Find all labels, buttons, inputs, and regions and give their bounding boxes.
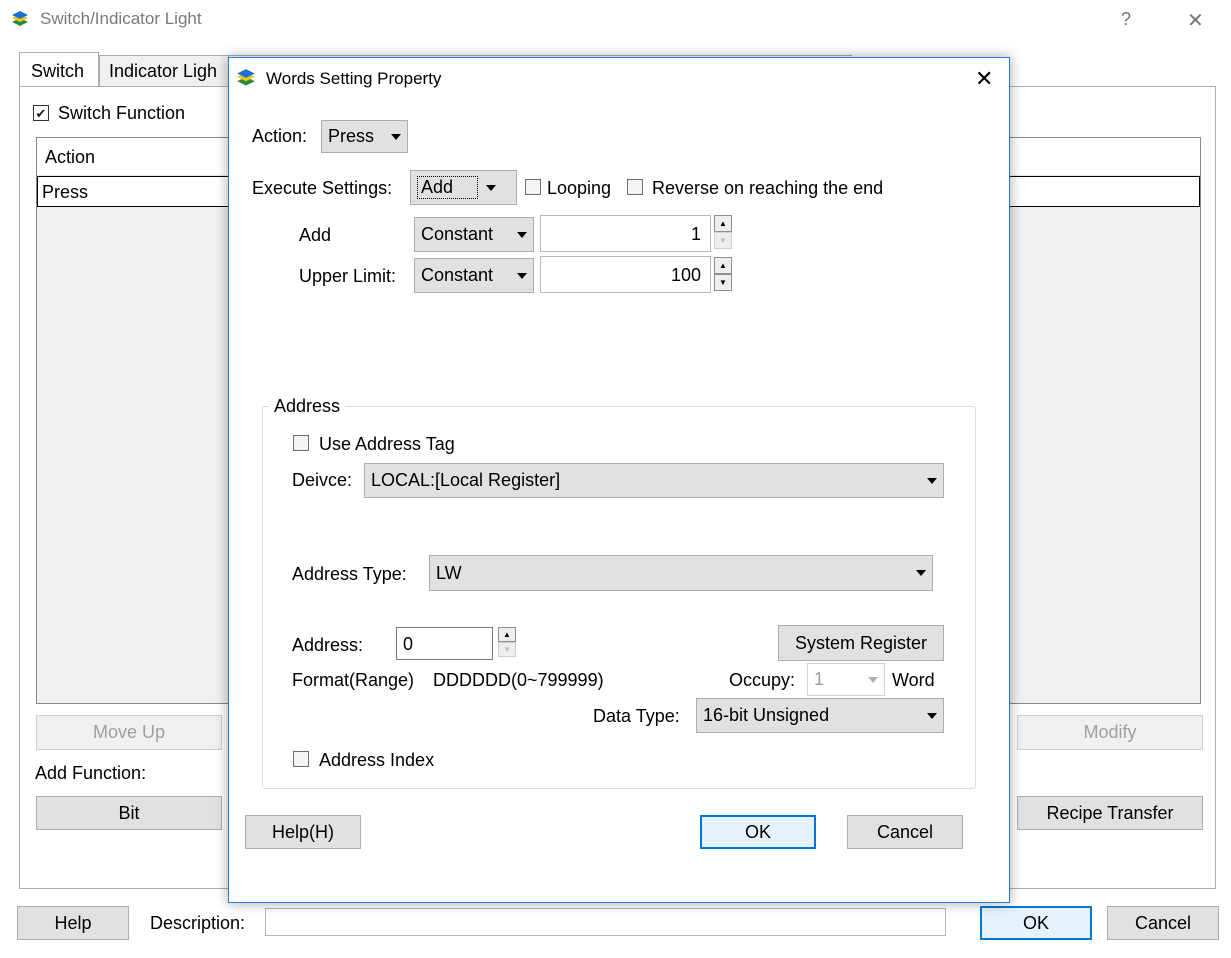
chevron-down-icon (517, 231, 527, 238)
upper-type-select[interactable]: Constant (414, 258, 534, 293)
action-label: Action: (252, 126, 308, 146)
switch-function-checkbox[interactable]: ✔ (33, 105, 49, 121)
address-input[interactable]: 0 (396, 627, 493, 660)
add-type-value: Constant (421, 224, 494, 244)
upper-limit-label: Upper Limit: (299, 266, 397, 286)
add-label: Add (299, 225, 332, 245)
spin-down-icon[interactable]: ▼ (714, 274, 732, 291)
occupy-label: Occupy: (729, 670, 796, 690)
system-register-button[interactable]: System Register (778, 625, 944, 661)
spin-down-icon[interactable]: ▼ (498, 642, 516, 657)
tab-switch[interactable]: Switch (19, 52, 99, 87)
spin-up-icon[interactable]: ▲ (714, 215, 732, 232)
tab-indicator-label: Indicator Ligh (109, 61, 218, 81)
switch-function-label: Switch Function (58, 103, 186, 123)
address-spinner[interactable]: ▲ ▼ (498, 627, 516, 657)
close-icon[interactable]: ✕ (1187, 8, 1204, 33)
move-up-button[interactable]: Move Up (36, 715, 222, 750)
format-label: Format(Range) (292, 670, 415, 690)
device-select[interactable]: LOCAL:[Local Register] (364, 463, 944, 498)
tab-switch-label: Switch (31, 61, 85, 81)
add-value-spinner[interactable]: ▲ ▼ (714, 215, 732, 249)
action-select-value: Press (328, 126, 375, 146)
chevron-down-icon (486, 184, 497, 191)
address-group-title: Address (269, 396, 346, 417)
address-value: 0 (403, 634, 414, 654)
upper-type-value: Constant (421, 265, 494, 285)
address-index-checkbox[interactable] (293, 751, 309, 767)
looping-label: Looping (547, 178, 612, 198)
add-value-input[interactable]: 1 (540, 215, 711, 252)
address-label: Address: (292, 635, 364, 655)
chevron-down-icon (517, 272, 527, 279)
dialog-cancel-button[interactable]: Cancel (847, 815, 963, 849)
chevron-down-icon (916, 570, 926, 576)
description-input[interactable] (265, 908, 946, 936)
execute-select[interactable]: Add (410, 170, 517, 205)
ok-button[interactable]: OK (980, 906, 1092, 940)
action-select[interactable]: Press (321, 120, 408, 153)
use-address-tag-checkbox[interactable] (293, 435, 309, 451)
upper-value-input[interactable]: 100 (540, 256, 711, 293)
cancel-button[interactable]: Cancel (1107, 906, 1219, 940)
words-setting-dialog: Words Setting Property ✕ Action: Press E… (228, 57, 1010, 903)
app-icon (10, 10, 30, 30)
chevron-down-icon (868, 676, 878, 683)
execute-settings-label: Execute Settings: (252, 178, 393, 198)
dialog-title: Words Setting Property (266, 69, 442, 88)
device-label: Deivce: (292, 470, 353, 490)
add-type-select[interactable]: Constant (414, 217, 534, 252)
occupy-value: 1 (814, 669, 825, 689)
spin-down-icon[interactable]: ▼ (714, 232, 732, 249)
reverse-label: Reverse on reaching the end (652, 178, 884, 198)
reverse-checkbox[interactable] (627, 179, 643, 195)
looping-checkbox[interactable] (525, 179, 541, 195)
use-address-tag-label: Use Address Tag (319, 434, 455, 454)
help-button[interactable]: Help (17, 906, 129, 940)
table-header-action: Action (45, 147, 96, 167)
address-type-label: Address Type: (292, 564, 407, 584)
data-type-label: Data Type: (593, 706, 680, 726)
dialog-icon (235, 68, 257, 90)
add-function-label: Add Function: (35, 763, 147, 783)
address-type-select[interactable]: LW (429, 555, 933, 591)
device-select-value: LOCAL:[Local Register] (371, 470, 561, 490)
chevron-down-icon (391, 133, 401, 140)
execute-select-value: Add (417, 176, 479, 199)
spin-up-icon[interactable]: ▲ (498, 627, 516, 642)
dialog-ok-button[interactable]: OK (700, 815, 816, 849)
modify-button[interactable]: Modify (1017, 715, 1203, 750)
table-row-press: Press (42, 182, 89, 202)
address-type-value: LW (436, 562, 462, 583)
spin-up-icon[interactable]: ▲ (714, 257, 732, 274)
chevron-down-icon (927, 477, 937, 484)
format-value: DDDDDD(0~799999) (433, 670, 604, 690)
dialog-help-button[interactable]: Help(H) (245, 815, 361, 849)
address-index-label: Address Index (319, 750, 435, 770)
dialog-close-icon[interactable]: ✕ (975, 66, 993, 92)
recipe-transfer-button[interactable]: Recipe Transfer (1017, 796, 1203, 830)
add-value-text: 1 (690, 224, 701, 244)
data-type-value: 16-bit Unsigned (703, 705, 830, 725)
occupy-select[interactable]: 1 (807, 663, 885, 696)
bit-button[interactable]: Bit (36, 796, 222, 830)
help-icon[interactable]: ? (1121, 9, 1131, 30)
tab-indicator-light[interactable]: Indicator Ligh (99, 55, 229, 87)
data-type-select[interactable]: 16-bit Unsigned (696, 698, 944, 733)
window-title: Switch/Indicator Light (40, 9, 202, 28)
upper-value-text: 100 (670, 265, 701, 285)
upper-value-spinner[interactable]: ▲ ▼ (714, 257, 732, 291)
chevron-down-icon (927, 712, 937, 719)
description-label: Description: (150, 913, 246, 933)
word-label: Word (892, 670, 935, 690)
